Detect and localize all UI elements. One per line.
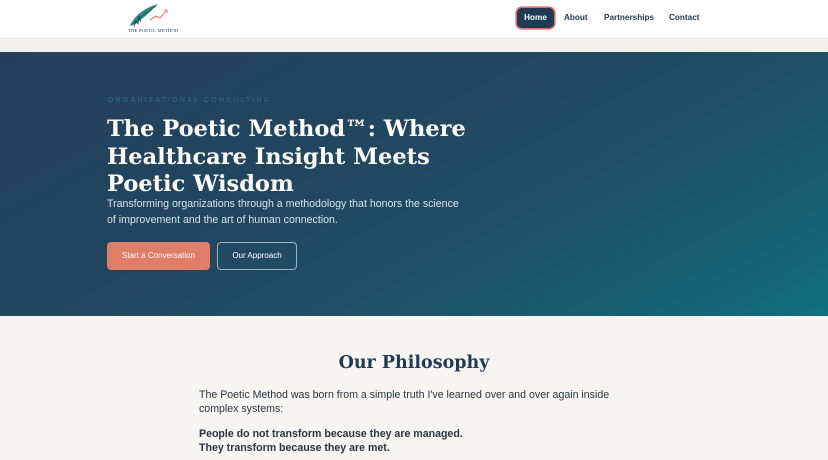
philosophy-section: Our Philosophy The Poetic Method was bor…	[0, 316, 828, 460]
philosophy-body: The Poetic Method was born from a simple…	[199, 389, 610, 415]
hero-eyebrow: ORGANIZATIONAL CONSULTING	[108, 97, 272, 104]
hero-section: ORGANIZATIONAL CONSULTING The Poetic Met…	[0, 52, 828, 316]
hero-title: The Poetic Method™: Where Healthcare Ins…	[107, 116, 466, 197]
nav-contact[interactable]: Contact	[669, 8, 699, 28]
header-divider-band	[0, 37, 828, 52]
nav-partnerships[interactable]: Partnerships	[604, 8, 654, 28]
philosophy-title: Our Philosophy	[338, 353, 490, 373]
nav-about[interactable]: About	[564, 8, 588, 28]
philosophy-bold-line-1: People do not transform because they are…	[199, 428, 463, 440]
logo-text: THE POETIC METHOD	[128, 28, 179, 33]
nav-home[interactable]: Home	[517, 8, 554, 28]
start-conversation-button[interactable]: Start a Conversation	[107, 242, 210, 270]
our-approach-button[interactable]: Our Approach	[217, 242, 297, 270]
main-nav: Home About Partnerships Contact	[0, 8, 828, 28]
philosophy-bold-line-2: They transform because they are met.	[199, 442, 390, 454]
hero-subtitle: Transforming organizations through a met…	[107, 198, 459, 226]
site-header: THE POETIC METHOD Home About Partnership…	[0, 0, 828, 37]
